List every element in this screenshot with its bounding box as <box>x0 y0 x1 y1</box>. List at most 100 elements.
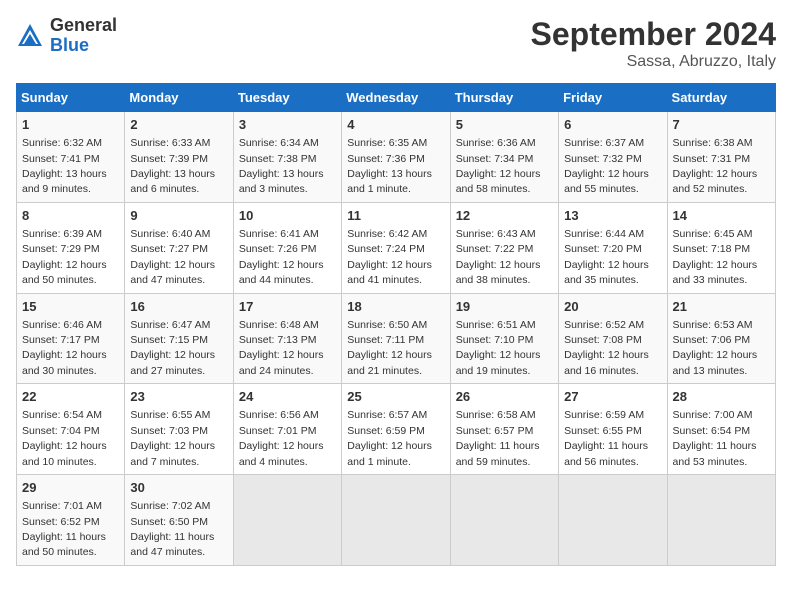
week-row-1: 1 Sunrise: 6:32 AM Sunset: 7:41 PM Daylig… <box>17 112 776 203</box>
calendar-cell: 9 Sunrise: 6:40 AM Sunset: 7:27 PM Daylig… <box>125 202 233 293</box>
col-header-saturday: Saturday <box>667 84 775 112</box>
calendar-cell: 4 Sunrise: 6:35 AM Sunset: 7:36 PM Daylig… <box>342 112 450 203</box>
day-info: Sunrise: 6:32 AM Sunset: 7:41 PM Dayligh… <box>22 137 107 195</box>
day-info: Sunrise: 6:59 AM Sunset: 6:55 PM Dayligh… <box>564 409 648 467</box>
calendar-cell: 23 Sunrise: 6:55 AM Sunset: 7:03 PM Dayli… <box>125 384 233 475</box>
day-number: 5 <box>456 116 553 134</box>
calendar-cell: 2 Sunrise: 6:33 AM Sunset: 7:39 PM Daylig… <box>125 112 233 203</box>
day-number: 1 <box>22 116 119 134</box>
logo-blue-text: Blue <box>50 35 89 55</box>
calendar-cell: 16 Sunrise: 6:47 AM Sunset: 7:15 PM Dayli… <box>125 293 233 384</box>
location-text: Sassa, Abruzzo, Italy <box>531 53 776 71</box>
col-header-friday: Friday <box>559 84 667 112</box>
day-info: Sunrise: 6:38 AM Sunset: 7:31 PM Dayligh… <box>673 137 758 195</box>
day-number: 22 <box>22 388 119 406</box>
calendar-cell: 12Sunrise: 6:43 AM Sunset: 7:22 PM Dayli… <box>450 202 558 293</box>
day-number: 7 <box>673 116 770 134</box>
day-info: Sunrise: 6:51 AM Sunset: 7:10 PM Dayligh… <box>456 319 541 377</box>
day-info: Sunrise: 7:02 AM Sunset: 6:50 PM Dayligh… <box>130 500 214 558</box>
calendar-cell: 1 Sunrise: 6:32 AM Sunset: 7:41 PM Daylig… <box>17 112 125 203</box>
day-number: 13 <box>564 207 661 225</box>
day-number: 27 <box>564 388 661 406</box>
logo-icon <box>16 22 44 50</box>
day-info: Sunrise: 6:42 AM Sunset: 7:24 PM Dayligh… <box>347 228 432 286</box>
calendar-cell: 30 Sunrise: 7:02 AM Sunset: 6:50 PM Dayli… <box>125 475 233 566</box>
day-number: 8 <box>22 207 119 225</box>
calendar-cell: 11Sunrise: 6:42 AM Sunset: 7:24 PM Dayli… <box>342 202 450 293</box>
day-info: Sunrise: 6:47 AM Sunset: 7:15 PM Dayligh… <box>130 319 215 377</box>
day-info: Sunrise: 6:48 AM Sunset: 7:13 PM Dayligh… <box>239 319 324 377</box>
calendar-cell: 29 Sunrise: 7:01 AM Sunset: 6:52 PM Dayli… <box>17 475 125 566</box>
day-number: 17 <box>239 298 336 316</box>
calendar-cell: 3Sunrise: 6:34 AM Sunset: 7:38 PM Daylig… <box>233 112 341 203</box>
day-info: Sunrise: 6:54 AM Sunset: 7:04 PM Dayligh… <box>22 409 107 467</box>
day-info: Sunrise: 6:35 AM Sunset: 7:36 PM Dayligh… <box>347 137 432 195</box>
day-info: Sunrise: 6:39 AM Sunset: 7:29 PM Dayligh… <box>22 228 107 286</box>
calendar-cell: 27 Sunrise: 6:59 AM Sunset: 6:55 PM Dayli… <box>559 384 667 475</box>
day-number: 30 <box>130 479 227 497</box>
day-info: Sunrise: 6:55 AM Sunset: 7:03 PM Dayligh… <box>130 409 215 467</box>
calendar-cell: 24Sunrise: 6:56 AM Sunset: 7:01 PM Dayli… <box>233 384 341 475</box>
day-number: 24 <box>239 388 336 406</box>
calendar-cell <box>342 475 450 566</box>
calendar-body: 1 Sunrise: 6:32 AM Sunset: 7:41 PM Daylig… <box>17 112 776 566</box>
col-header-wednesday: Wednesday <box>342 84 450 112</box>
calendar-cell <box>233 475 341 566</box>
calendar-cell: 26 Sunrise: 6:58 AM Sunset: 6:57 PM Dayli… <box>450 384 558 475</box>
day-number: 4 <box>347 116 444 134</box>
day-info: Sunrise: 6:37 AM Sunset: 7:32 PM Dayligh… <box>564 137 649 195</box>
day-info: Sunrise: 7:00 AM Sunset: 6:54 PM Dayligh… <box>673 409 757 467</box>
page-header: General Blue September 2024 Sassa, Abruz… <box>16 16 776 71</box>
day-number: 12 <box>456 207 553 225</box>
calendar-table: SundayMondayTuesdayWednesdayThursdayFrid… <box>16 83 776 566</box>
calendar-cell: 22 Sunrise: 6:54 AM Sunset: 7:04 PM Dayli… <box>17 384 125 475</box>
calendar-cell: 13Sunrise: 6:44 AM Sunset: 7:20 PM Dayli… <box>559 202 667 293</box>
col-header-tuesday: Tuesday <box>233 84 341 112</box>
calendar-cell: 18Sunrise: 6:50 AM Sunset: 7:11 PM Dayli… <box>342 293 450 384</box>
col-header-sunday: Sunday <box>17 84 125 112</box>
month-title: September 2024 <box>531 16 776 53</box>
calendar-cell: 5 Sunrise: 6:36 AM Sunset: 7:34 PM Daylig… <box>450 112 558 203</box>
day-info: Sunrise: 6:41 AM Sunset: 7:26 PM Dayligh… <box>239 228 324 286</box>
day-info: Sunrise: 6:40 AM Sunset: 7:27 PM Dayligh… <box>130 228 215 286</box>
day-number: 25 <box>347 388 444 406</box>
day-number: 20 <box>564 298 661 316</box>
day-info: Sunrise: 6:33 AM Sunset: 7:39 PM Dayligh… <box>130 137 215 195</box>
calendar-cell: 28 Sunrise: 7:00 AM Sunset: 6:54 PM Dayli… <box>667 384 775 475</box>
week-row-4: 22 Sunrise: 6:54 AM Sunset: 7:04 PM Dayli… <box>17 384 776 475</box>
calendar-cell <box>559 475 667 566</box>
day-number: 14 <box>673 207 770 225</box>
logo-general-text: General <box>50 15 117 35</box>
day-number: 9 <box>130 207 227 225</box>
calendar-cell: 25 Sunrise: 6:57 AM Sunset: 6:59 PM Dayli… <box>342 384 450 475</box>
day-number: 10 <box>239 207 336 225</box>
day-number: 28 <box>673 388 770 406</box>
day-info: Sunrise: 6:46 AM Sunset: 7:17 PM Dayligh… <box>22 319 107 377</box>
calendar-cell: 8 Sunrise: 6:39 AM Sunset: 7:29 PM Daylig… <box>17 202 125 293</box>
day-info: Sunrise: 7:01 AM Sunset: 6:52 PM Dayligh… <box>22 500 106 558</box>
calendar-cell: 6 Sunrise: 6:37 AM Sunset: 7:32 PM Daylig… <box>559 112 667 203</box>
calendar-cell: 17 Sunrise: 6:48 AM Sunset: 7:13 PM Dayli… <box>233 293 341 384</box>
calendar-cell: 10 Sunrise: 6:41 AM Sunset: 7:26 PM Dayli… <box>233 202 341 293</box>
day-number: 16 <box>130 298 227 316</box>
calendar-cell <box>667 475 775 566</box>
col-header-thursday: Thursday <box>450 84 558 112</box>
day-info: Sunrise: 6:50 AM Sunset: 7:11 PM Dayligh… <box>347 319 432 377</box>
week-row-3: 15Sunrise: 6:46 AM Sunset: 7:17 PM Dayli… <box>17 293 776 384</box>
day-info: Sunrise: 6:52 AM Sunset: 7:08 PM Dayligh… <box>564 319 649 377</box>
logo: General Blue <box>16 16 117 56</box>
day-number: 6 <box>564 116 661 134</box>
day-number: 23 <box>130 388 227 406</box>
day-number: 2 <box>130 116 227 134</box>
day-info: Sunrise: 6:58 AM Sunset: 6:57 PM Dayligh… <box>456 409 540 467</box>
day-info: Sunrise: 6:45 AM Sunset: 7:18 PM Dayligh… <box>673 228 758 286</box>
day-number: 26 <box>456 388 553 406</box>
week-row-5: 29 Sunrise: 7:01 AM Sunset: 6:52 PM Dayli… <box>17 475 776 566</box>
day-info: Sunrise: 6:53 AM Sunset: 7:06 PM Dayligh… <box>673 319 758 377</box>
day-info: Sunrise: 6:36 AM Sunset: 7:34 PM Dayligh… <box>456 137 541 195</box>
day-info: Sunrise: 6:57 AM Sunset: 6:59 PM Dayligh… <box>347 409 432 467</box>
calendar-cell: 7 Sunrise: 6:38 AM Sunset: 7:31 PM Daylig… <box>667 112 775 203</box>
calendar-cell: 20 Sunrise: 6:52 AM Sunset: 7:08 PM Dayli… <box>559 293 667 384</box>
day-number: 29 <box>22 479 119 497</box>
week-row-2: 8 Sunrise: 6:39 AM Sunset: 7:29 PM Daylig… <box>17 202 776 293</box>
